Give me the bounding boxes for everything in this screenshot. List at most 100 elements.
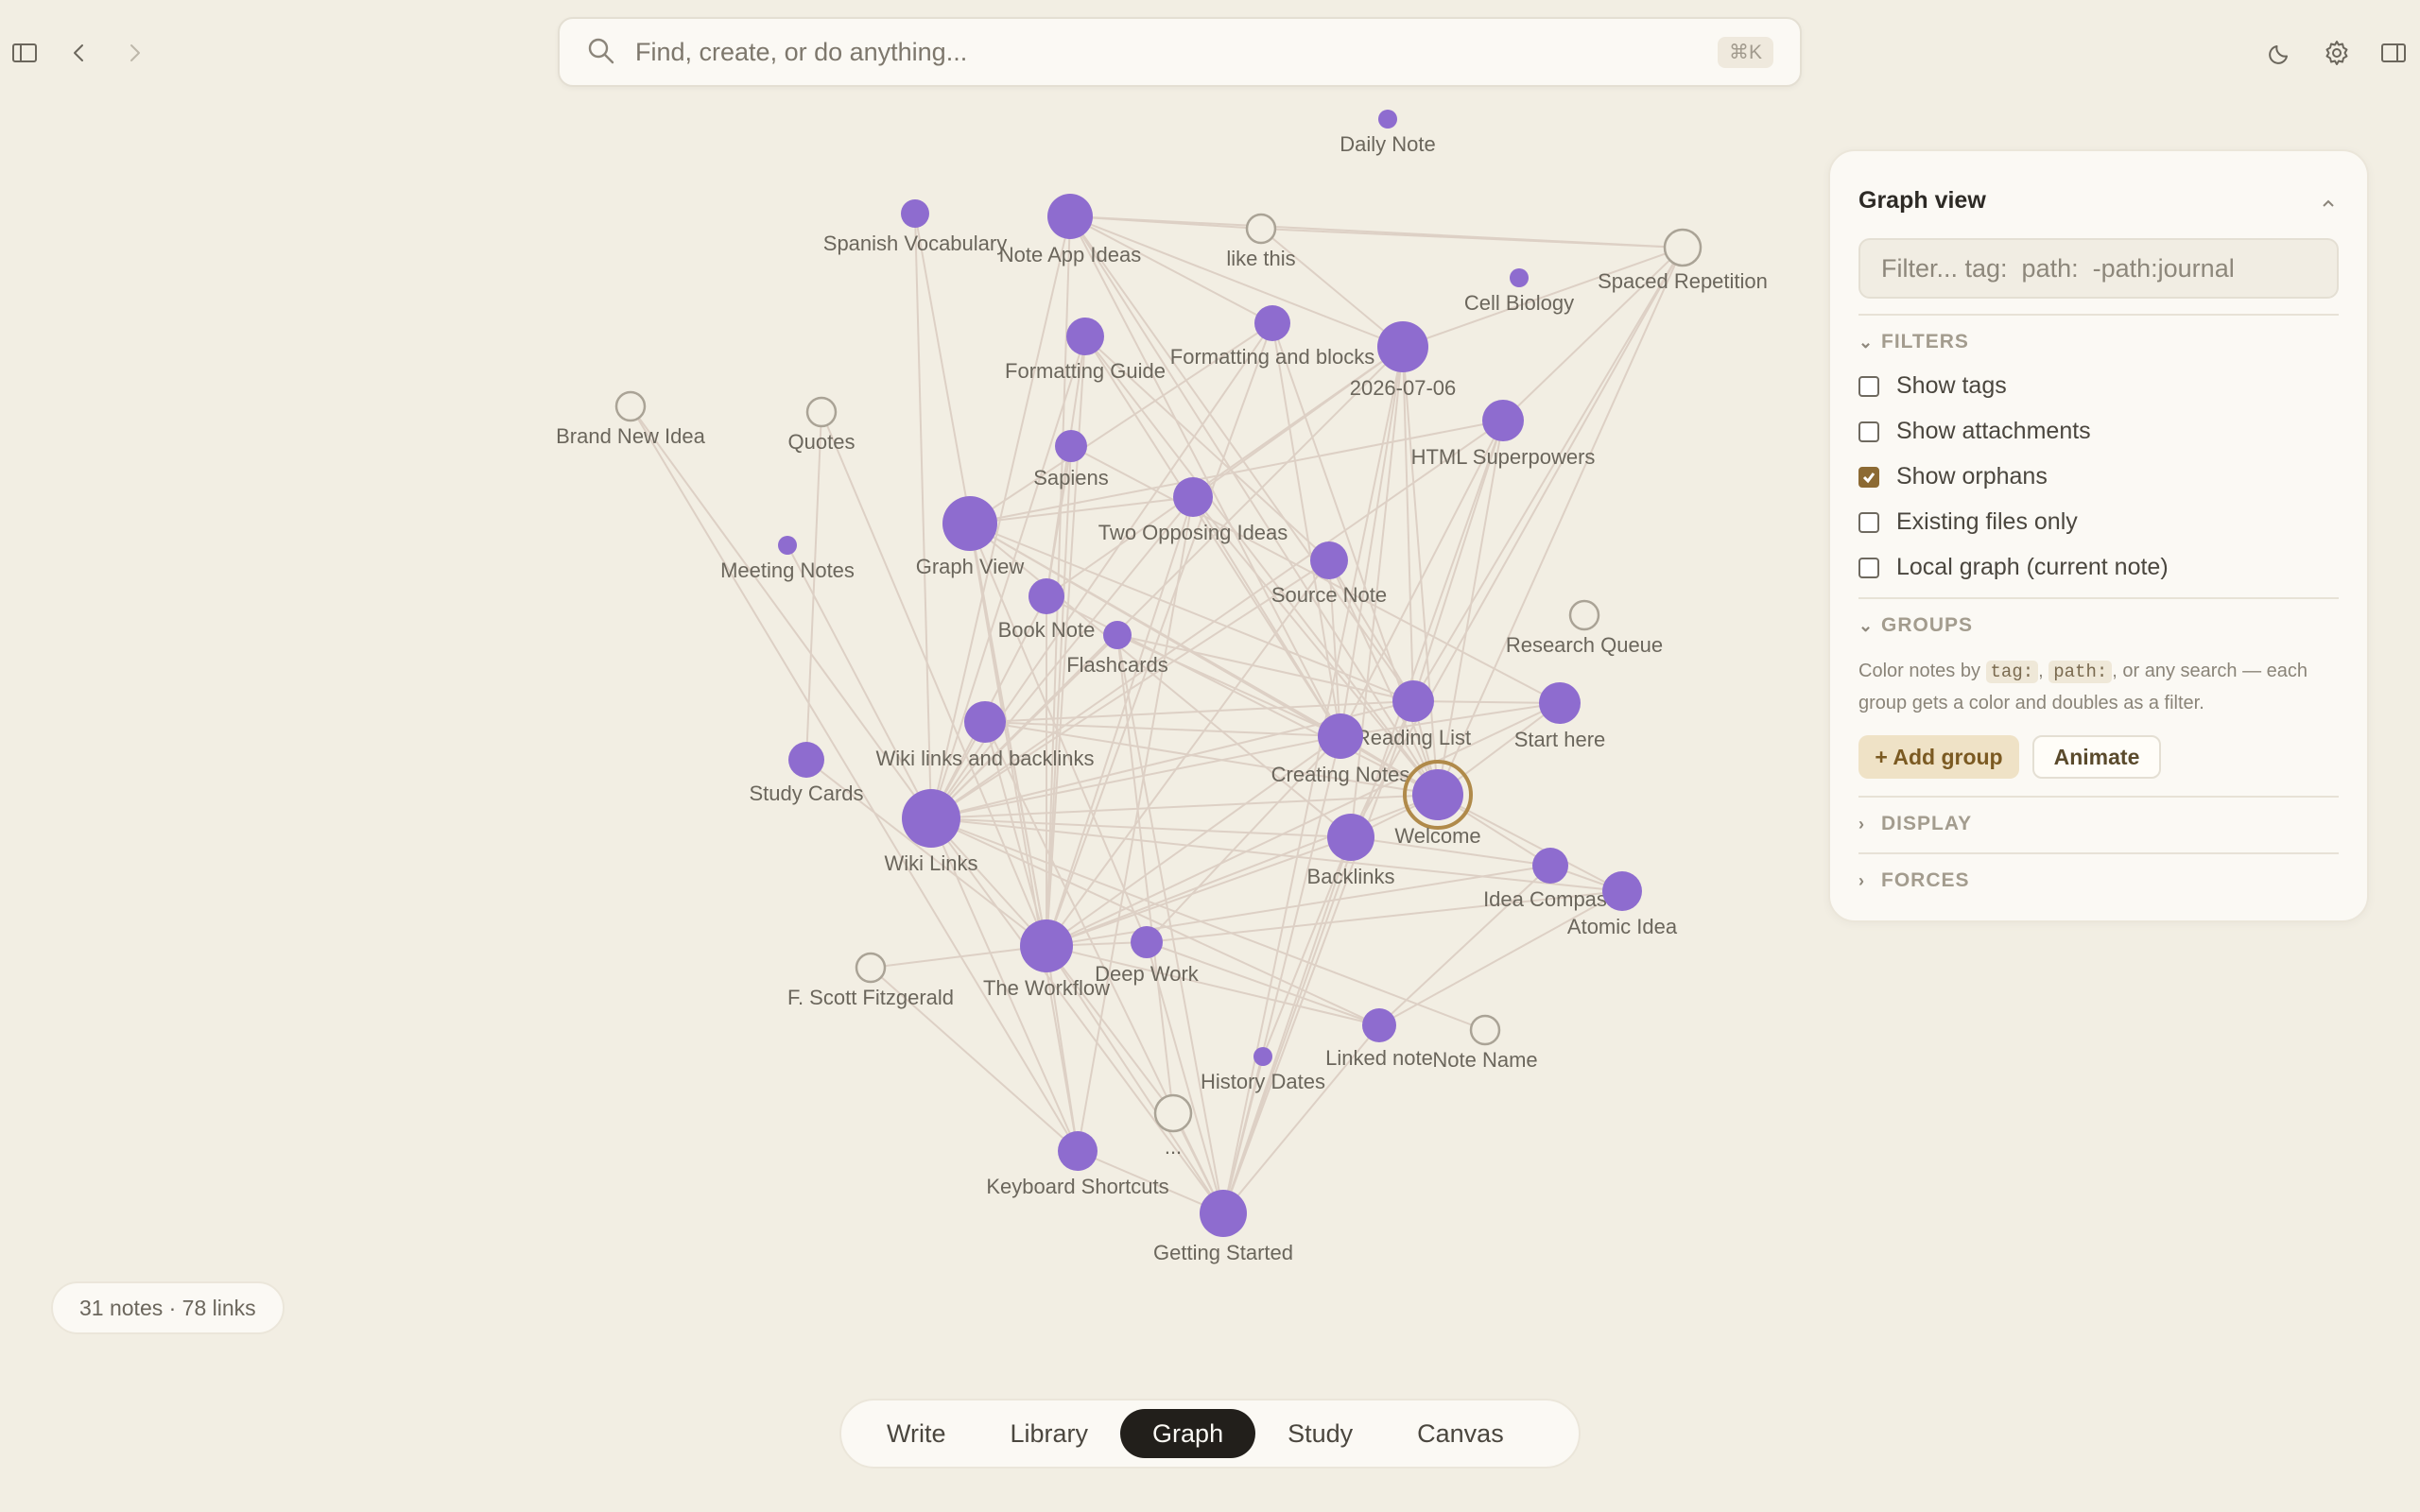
tab-write[interactable]: Write (855, 1409, 978, 1458)
graph-node-creating[interactable]: Creating Notes (1271, 713, 1410, 786)
note-node-dot[interactable] (1377, 321, 1428, 372)
node-label: Wiki links and backlinks (875, 747, 1094, 770)
graph-node-meeting[interactable]: Meeting Notes (720, 536, 855, 582)
graph-node-graphview[interactable]: Graph View (916, 496, 1025, 578)
note-node-dot[interactable] (1200, 1190, 1247, 1237)
unresolved-node-dot[interactable] (1663, 228, 1703, 267)
groups-section-toggle[interactable]: ⌄ GROUPS (1858, 614, 1973, 637)
note-node-dot[interactable] (1131, 926, 1163, 958)
note-node-dot[interactable] (1482, 400, 1524, 441)
option-show-orphans[interactable]: Show orphans (1858, 463, 2048, 490)
graph-node-fscott[interactable]: F. Scott Fitzgerald (787, 952, 954, 1009)
graph-node-daily[interactable]: Daily Note (1340, 110, 1436, 156)
note-node-dot[interactable] (902, 789, 960, 848)
note-node-dot[interactable] (1103, 621, 1132, 649)
graph-node-likethis[interactable]: like this (1226, 213, 1296, 270)
graph-node-backlinks[interactable]: Backlinks (1307, 814, 1395, 888)
option-show-attachments[interactable]: Show attachments (1858, 418, 2091, 445)
graph-link (1402, 346, 1414, 702)
note-node-dot[interactable] (1327, 814, 1374, 861)
graph-node-dots[interactable]: ... (1153, 1093, 1193, 1159)
option-local-graph[interactable]: Local graph (current note) (1858, 554, 2169, 581)
divider (1858, 597, 2339, 599)
graph-node-studycards[interactable]: Study Cards (749, 742, 864, 805)
graph-node-brandnew[interactable]: Brand New Idea (556, 390, 706, 448)
note-node-dot[interactable] (942, 496, 997, 551)
graph-node-keyboard[interactable]: Keyboard Shortcuts (986, 1131, 1169, 1198)
node-label: ... (1165, 1135, 1182, 1159)
checkbox[interactable] (1858, 421, 1879, 442)
graph-node-formatblocks[interactable]: Formatting and blocks (1170, 305, 1374, 369)
graph-node-research[interactable]: Research Queue (1506, 599, 1663, 657)
note-node-dot[interactable] (1532, 848, 1568, 884)
filters-section-toggle[interactable]: ⌄ FILTERS (1858, 331, 1969, 353)
unresolved-node-dot[interactable] (1245, 213, 1277, 245)
note-node-dot[interactable] (788, 742, 824, 778)
graph-filter-input[interactable] (1858, 238, 2339, 299)
unresolved-node-dot[interactable] (855, 952, 887, 984)
note-node-dot[interactable] (1602, 871, 1642, 911)
option-existing-files-only[interactable]: Existing files only (1858, 508, 2078, 536)
option-label: Existing files only (1896, 508, 2078, 535)
graph-node-history[interactable]: History Dates (1201, 1047, 1325, 1093)
note-node-dot[interactable] (1047, 194, 1093, 239)
note-node-dot[interactable] (1539, 682, 1581, 724)
graph-link (1046, 836, 1352, 947)
checkbox-checked[interactable] (1858, 466, 1879, 488)
forces-section-toggle[interactable]: › FORCES (1858, 869, 1970, 892)
graph-node-noteapp[interactable]: Note App Ideas (999, 194, 1141, 266)
chevron-right-icon: › (1858, 870, 1865, 890)
note-node-dot[interactable] (1362, 1008, 1396, 1042)
tab-study[interactable]: Study (1255, 1409, 1385, 1458)
unresolved-node-dot[interactable] (805, 396, 838, 428)
graph-node-quotes[interactable]: Quotes (788, 396, 856, 454)
unresolved-node-dot[interactable] (1469, 1014, 1501, 1046)
unresolved-node-dot[interactable] (614, 390, 647, 422)
note-node-dot[interactable] (1028, 578, 1064, 614)
note-node-dot[interactable] (1310, 541, 1348, 579)
note-node-dot[interactable] (1066, 318, 1104, 355)
animate-button[interactable]: Animate (2032, 735, 2161, 779)
note-node-dot[interactable] (1055, 430, 1087, 462)
option-show-tags[interactable]: Show tags (1858, 372, 2007, 400)
note-node-dot[interactable] (1173, 477, 1213, 517)
node-label: F. Scott Fitzgerald (787, 986, 954, 1009)
tab-library[interactable]: Library (978, 1409, 1121, 1458)
note-node-dot[interactable] (1254, 305, 1290, 341)
checkbox[interactable] (1858, 375, 1879, 397)
graph-node-gettingstarted[interactable]: Getting Started (1153, 1190, 1293, 1264)
graph-node-htmlsuper[interactable]: HTML Superpowers (1411, 400, 1596, 469)
note-node-dot[interactable] (1318, 713, 1363, 759)
note-node-dot[interactable] (1392, 680, 1434, 722)
note-node-dot[interactable] (1253, 1047, 1272, 1066)
node-label: Backlinks (1307, 865, 1395, 888)
note-node-dot[interactable] (1020, 919, 1073, 972)
unresolved-node-dot[interactable] (1568, 599, 1600, 631)
graph-node-workflow[interactable]: The Workflow (983, 919, 1110, 1000)
node-label: Two Opposing Ideas (1098, 521, 1288, 544)
note-node-dot[interactable] (901, 199, 929, 228)
tab-canvas[interactable]: Canvas (1385, 1409, 1536, 1458)
graph-link (914, 213, 932, 819)
graph-node-notename[interactable]: Note Name (1432, 1014, 1538, 1072)
note-node-dot[interactable] (964, 701, 1006, 743)
note-node-dot[interactable] (1378, 110, 1397, 129)
tab-graph[interactable]: Graph (1120, 1409, 1256, 1458)
graph-node-twoopposing[interactable]: Two Opposing Ideas (1098, 477, 1288, 544)
unresolved-node-dot[interactable] (1153, 1093, 1193, 1133)
note-node-dot[interactable] (1412, 769, 1463, 820)
graph-node-linked[interactable]: Linked note (1325, 1008, 1433, 1070)
display-section-toggle[interactable]: › DISPLAY (1858, 813, 1972, 835)
checkbox[interactable] (1858, 511, 1879, 533)
note-node-dot[interactable] (1510, 268, 1529, 287)
graph-node-cellbio[interactable]: Cell Biology (1464, 268, 1574, 315)
graph-link (969, 523, 1414, 702)
graph-node-starthere[interactable]: Start here (1514, 682, 1606, 751)
graph-node-spanish[interactable]: Spanish Vocabulary (823, 199, 1007, 255)
chevron-up-icon[interactable] (2318, 193, 2339, 214)
checkbox[interactable] (1858, 557, 1879, 578)
note-node-dot[interactable] (1058, 1131, 1098, 1171)
add-group-button[interactable]: + Add group (1858, 735, 2019, 779)
note-node-dot[interactable] (778, 536, 797, 555)
graph-node-spaced[interactable]: Spaced Repetition (1598, 228, 1768, 293)
